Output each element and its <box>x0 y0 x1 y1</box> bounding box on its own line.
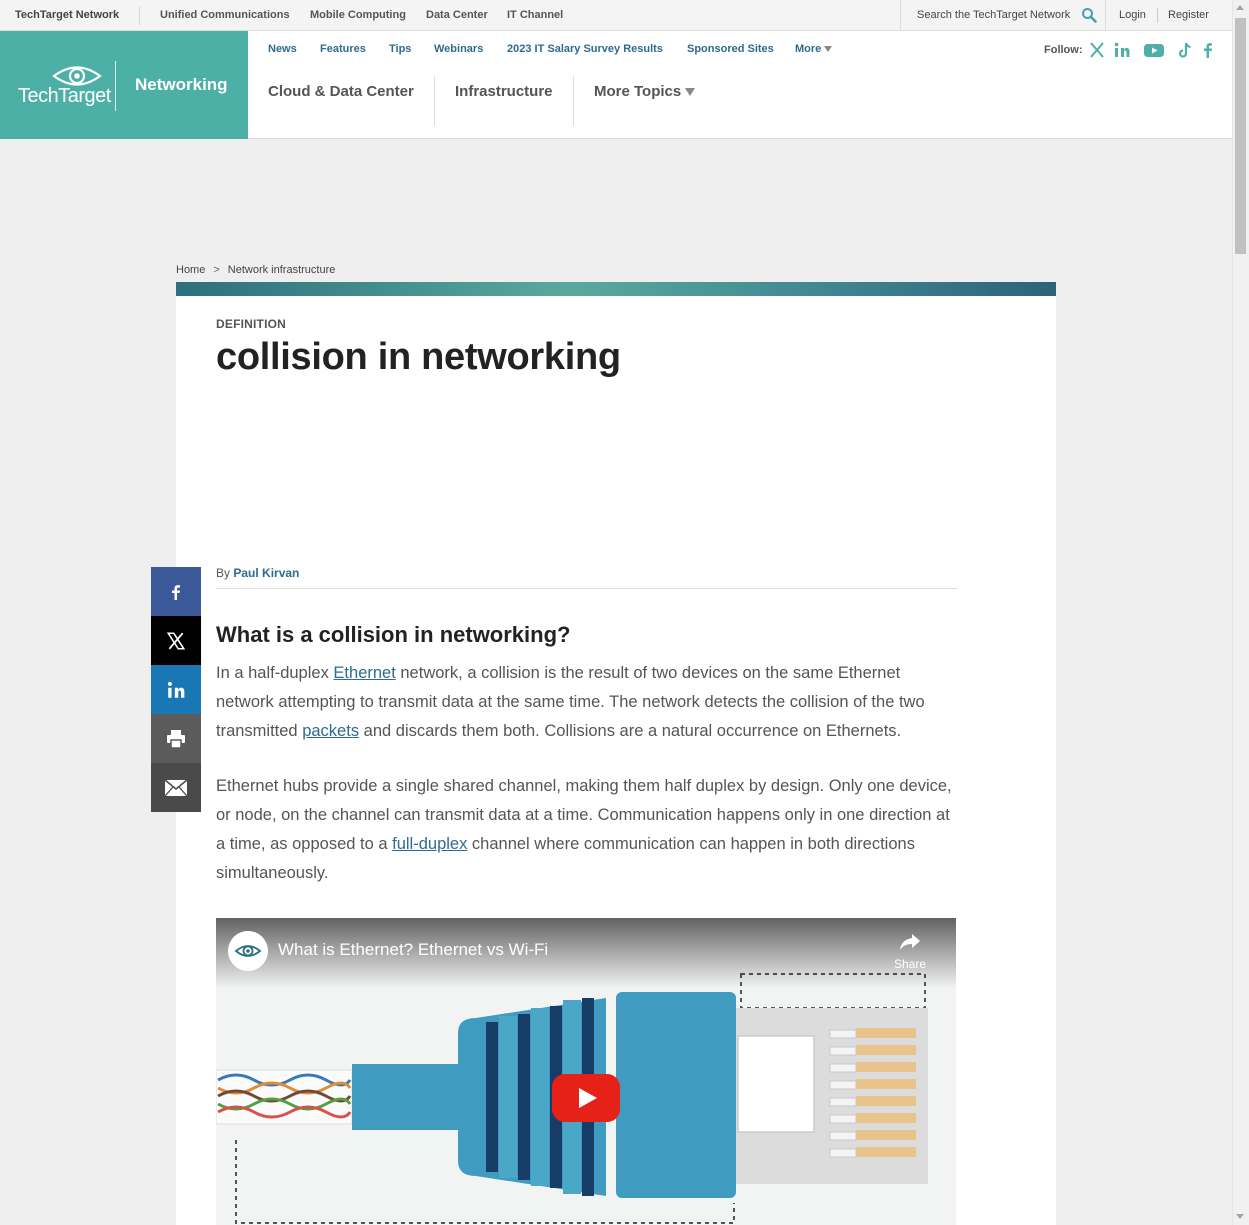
logo-wordmark: TechTarget <box>18 85 111 107</box>
article-type-label: DEFINITION <box>216 317 286 331</box>
divider <box>1157 8 1158 23</box>
share-arrow-icon <box>900 934 920 950</box>
video-share-button[interactable]: Share <box>892 932 928 971</box>
x-icon <box>166 631 186 650</box>
divider <box>139 6 140 25</box>
scrollbar-thumb[interactable] <box>1235 18 1246 254</box>
email-button[interactable] <box>151 763 201 812</box>
video-player[interactable]: What is Ethernet? Ethernet vs Wi-Fi Shar… <box>216 918 956 1225</box>
network-link-it-channel[interactable]: IT Channel <box>507 9 563 21</box>
youtube-icon[interactable] <box>1143 41 1165 59</box>
nav-sponsored-sites[interactable]: Sponsored Sites <box>687 43 774 55</box>
breadcrumb-home[interactable]: Home <box>176 264 205 276</box>
nav-webinars[interactable]: Webinars <box>434 43 483 55</box>
nav-more-label: More <box>795 43 822 55</box>
scroll-up-arrow-icon[interactable] <box>1236 5 1244 10</box>
byline-prefix: By <box>216 566 231 580</box>
share-x-button[interactable] <box>151 616 201 665</box>
section-heading: What is a collision in networking? <box>216 622 571 647</box>
login-link[interactable]: Login <box>1119 9 1146 21</box>
paragraph-text: In a half-duplex <box>216 664 334 682</box>
register-link[interactable]: Register <box>1168 9 1209 21</box>
tiktok-icon[interactable] <box>1176 41 1194 59</box>
share-label: Share <box>893 957 927 971</box>
chevron-down-icon <box>824 46 833 53</box>
search-input[interactable]: Search the TechTarget Network <box>917 9 1070 21</box>
network-link-data-center[interactable]: Data Center <box>426 9 488 21</box>
network-link-unified-communications[interactable]: Unified Communications <box>160 9 290 21</box>
play-button-icon[interactable] <box>552 1074 620 1122</box>
channel-avatar-icon[interactable] <box>228 931 268 971</box>
page-title: collision in networking <box>216 336 621 378</box>
site-header: TechTarget Networking News Features Tips… <box>0 31 1232 139</box>
email-icon <box>164 778 188 796</box>
divider <box>573 76 574 126</box>
network-bar: TechTarget Network Unified Communication… <box>0 0 1232 31</box>
network-link-mobile-computing[interactable]: Mobile Computing <box>310 9 406 21</box>
article-color-band <box>176 282 1056 296</box>
share-rail <box>151 567 201 812</box>
share-linkedin-button[interactable] <box>151 665 201 714</box>
site-logo[interactable]: TechTarget Networking <box>0 31 248 139</box>
divider <box>216 588 957 589</box>
paragraph-text: and discards them both. Collisions are a… <box>359 722 902 740</box>
breadcrumb-separator: > <box>213 264 220 276</box>
nav-tips[interactable]: Tips <box>389 43 411 55</box>
print-icon <box>167 729 185 749</box>
breadcrumb-network-infrastructure[interactable]: Network infrastructure <box>228 264 336 276</box>
facebook-icon[interactable] <box>1199 41 1217 59</box>
paragraph-1: In a half-duplex Ethernet network, a col… <box>216 659 957 746</box>
facebook-icon <box>172 584 180 600</box>
ethernet-link[interactable]: Ethernet <box>333 664 395 682</box>
topic-more-topics[interactable]: More Topics <box>594 83 696 100</box>
chevron-down-icon <box>685 88 696 97</box>
x-icon[interactable] <box>1088 41 1106 59</box>
linkedin-icon <box>167 681 185 698</box>
divider <box>434 76 435 126</box>
byline: By Paul Kirvan <box>216 566 299 580</box>
nav-more[interactable]: More <box>795 43 833 55</box>
site-name: Networking <box>135 75 228 94</box>
linkedin-icon[interactable] <box>1113 41 1131 59</box>
print-button[interactable] <box>151 714 201 763</box>
techtarget-network-link[interactable]: TechTarget Network <box>15 9 119 21</box>
topic-infrastructure[interactable]: Infrastructure <box>455 83 553 100</box>
article-card: DEFINITION collision in networking By Pa… <box>176 282 1056 1225</box>
nav-salary-survey[interactable]: 2023 IT Salary Survey Results <box>507 43 663 55</box>
author-link[interactable]: Paul Kirvan <box>233 566 299 580</box>
follow-label: Follow: <box>1044 44 1083 56</box>
paragraph-2: Ethernet hubs provide a single shared ch… <box>216 772 957 888</box>
search-icon[interactable] <box>1081 7 1097 23</box>
logo-divider <box>115 61 116 111</box>
nav-news[interactable]: News <box>268 43 297 55</box>
scroll-down-arrow-icon[interactable] <box>1236 1214 1244 1219</box>
packets-link[interactable]: packets <box>302 722 359 740</box>
share-facebook-button[interactable] <box>151 567 201 616</box>
more-topics-label: More Topics <box>594 83 682 100</box>
breadcrumb: Home > Network infrastructure <box>176 264 335 276</box>
topic-cloud-data-center[interactable]: Cloud & Data Center <box>268 83 414 100</box>
full-duplex-link[interactable]: full-duplex <box>392 835 467 853</box>
network-search-box[interactable]: Search the TechTarget Network <box>900 0 1106 31</box>
video-title[interactable]: What is Ethernet? Ethernet vs Wi-Fi <box>278 940 548 960</box>
nav-features[interactable]: Features <box>320 43 366 55</box>
